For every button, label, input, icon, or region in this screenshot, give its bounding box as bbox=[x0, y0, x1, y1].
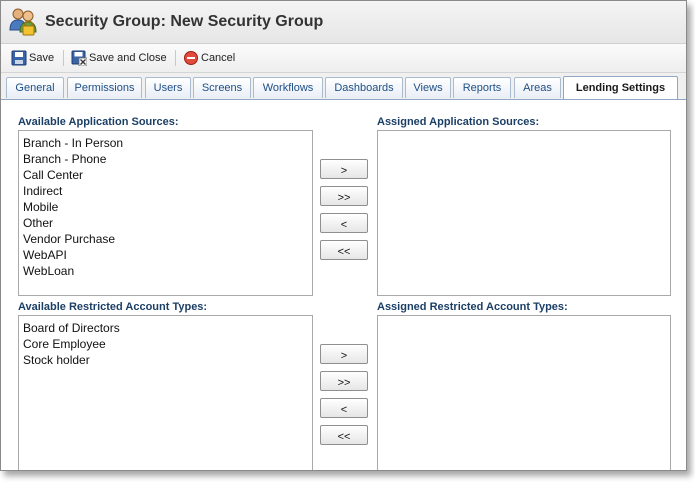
tab-lending-settings[interactable]: Lending Settings bbox=[563, 76, 678, 100]
list-item[interactable]: Vendor Purchase bbox=[19, 231, 312, 247]
remove-all-account-types-button[interactable]: << bbox=[320, 425, 368, 445]
floppy-disk-icon bbox=[11, 50, 27, 66]
list-item[interactable]: WebAPI bbox=[19, 247, 312, 263]
tab-areas[interactable]: Areas bbox=[514, 77, 561, 98]
cancel-label: Cancel bbox=[201, 52, 236, 64]
save-button[interactable]: Save bbox=[11, 49, 57, 67]
tab-users[interactable]: Users bbox=[145, 77, 191, 98]
tab-reports[interactable]: Reports bbox=[453, 77, 511, 98]
tab-dashboards[interactable]: Dashboards bbox=[325, 77, 403, 98]
cancel-button[interactable]: Cancel bbox=[183, 49, 239, 67]
list-item[interactable]: Core Employee bbox=[19, 336, 312, 352]
list-item[interactable]: WebLoan bbox=[19, 263, 312, 279]
tab-workflows[interactable]: Workflows bbox=[253, 77, 323, 98]
available-application-sources-list[interactable]: Branch - In Person Branch - Phone Call C… bbox=[18, 130, 313, 296]
available-application-sources-label: Available Application Sources: bbox=[18, 116, 179, 128]
list-item[interactable]: Branch - Phone bbox=[19, 151, 312, 167]
assigned-application-sources-label: Assigned Application Sources: bbox=[377, 116, 540, 128]
security-group-window: Security Group: New Security Group Save bbox=[0, 0, 687, 471]
list-item[interactable]: Indirect bbox=[19, 183, 312, 199]
list-item[interactable]: Stock holder bbox=[19, 352, 312, 368]
toolbar-divider bbox=[63, 50, 64, 66]
tab-screens[interactable]: Screens bbox=[193, 77, 251, 98]
list-item[interactable]: Branch - In Person bbox=[19, 135, 312, 151]
remove-application-source-button[interactable]: < bbox=[320, 213, 368, 233]
cancel-icon bbox=[183, 50, 199, 66]
add-all-application-sources-button[interactable]: >> bbox=[320, 186, 368, 206]
list-item[interactable]: Board of Directors bbox=[19, 320, 312, 336]
add-all-account-types-button[interactable]: >> bbox=[320, 371, 368, 391]
toolbar: Save Save and Close Cancel bbox=[1, 44, 686, 73]
list-item[interactable]: Call Center bbox=[19, 167, 312, 183]
list-item[interactable]: Mobile bbox=[19, 199, 312, 215]
tab-permissions[interactable]: Permissions bbox=[67, 77, 142, 98]
save-close-icon bbox=[71, 50, 88, 67]
save-and-close-label: Save and Close bbox=[89, 52, 167, 64]
assigned-restricted-account-types-list[interactable] bbox=[377, 315, 671, 470]
remove-account-type-button[interactable]: < bbox=[320, 398, 368, 418]
title-bar: Security Group: New Security Group bbox=[1, 1, 686, 44]
window-title: Security Group: New Security Group bbox=[45, 13, 324, 30]
tab-views[interactable]: Views bbox=[405, 77, 451, 98]
toolbar-divider bbox=[175, 50, 176, 66]
available-restricted-account-types-label: Available Restricted Account Types: bbox=[18, 301, 208, 313]
security-group-icon bbox=[7, 6, 39, 38]
save-label: Save bbox=[29, 52, 55, 64]
tab-general[interactable]: General bbox=[6, 77, 64, 98]
remove-all-application-sources-button[interactable]: << bbox=[320, 240, 368, 260]
add-application-source-button[interactable]: > bbox=[320, 159, 368, 179]
assigned-application-sources-list[interactable] bbox=[377, 130, 671, 296]
add-account-type-button[interactable]: > bbox=[320, 344, 368, 364]
tab-strip: General Permissions Users Screens Workfl… bbox=[1, 73, 686, 100]
tab-content-border bbox=[1, 99, 686, 100]
list-item[interactable]: Other bbox=[19, 215, 312, 231]
available-restricted-account-types-list[interactable]: Board of Directors Core Employee Stock h… bbox=[18, 315, 313, 470]
save-and-close-button[interactable]: Save and Close bbox=[71, 49, 171, 67]
assigned-restricted-account-types-label: Assigned Restricted Account Types: bbox=[377, 301, 568, 313]
